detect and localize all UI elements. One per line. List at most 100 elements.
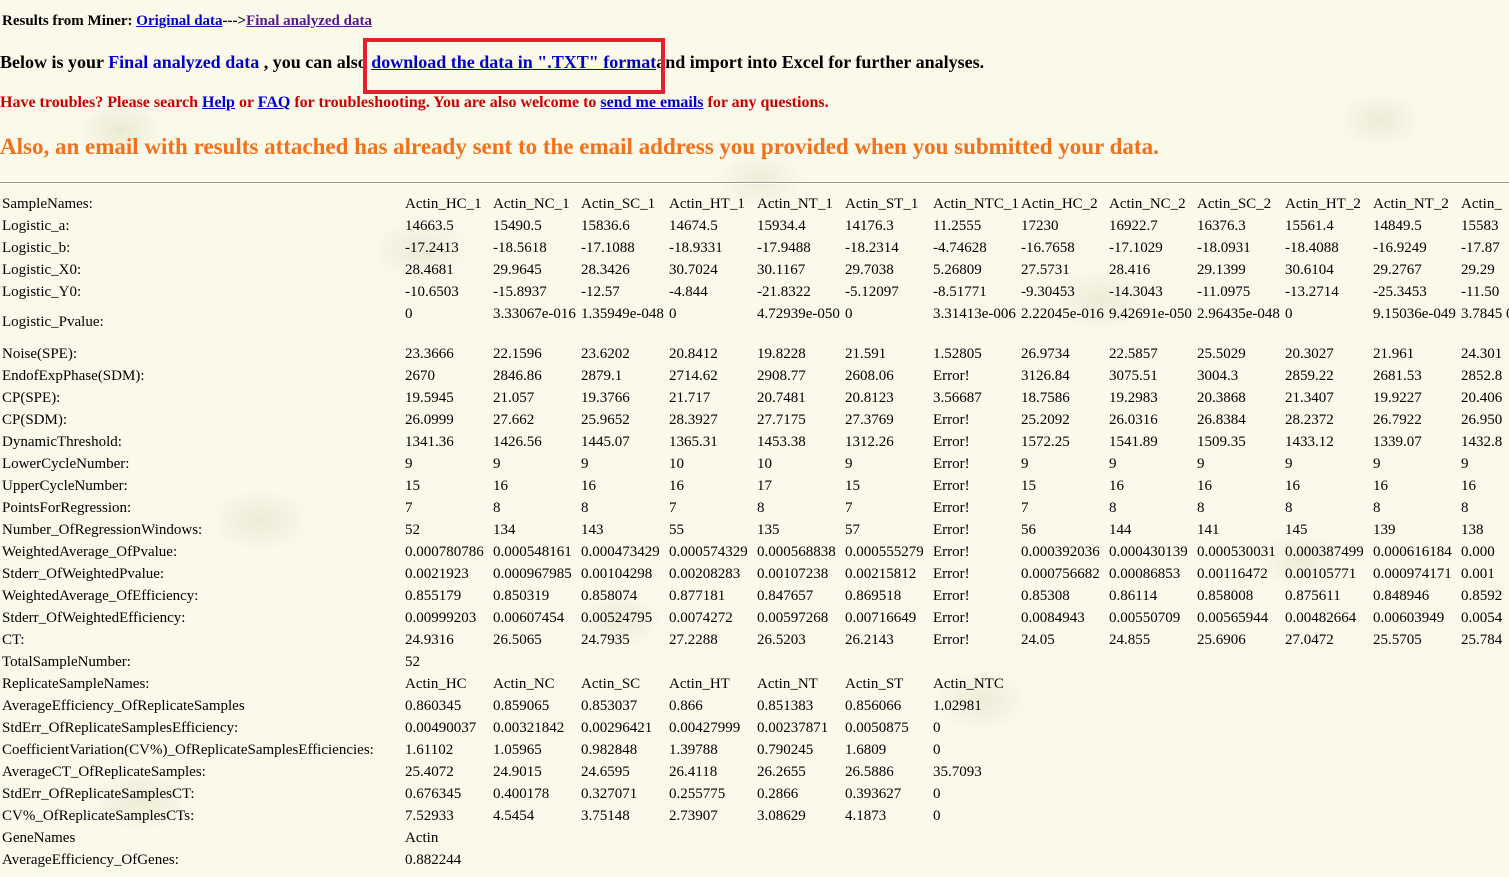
table-cell: 0.000430139 xyxy=(1109,544,1188,560)
table-cell: 0.00321842 xyxy=(493,720,565,736)
table-cell: 1509.35 xyxy=(1197,434,1246,450)
table-cell: 3.75148 xyxy=(581,808,630,824)
troubles-text-2: or xyxy=(234,94,258,111)
table-cell: 2681.53 xyxy=(1373,368,1422,384)
table-cell: 9 xyxy=(493,456,501,472)
row-label: WeightedAverage_OfPvalue: xyxy=(2,544,178,560)
table-cell: 1341.36 xyxy=(405,434,454,450)
help-link[interactable]: Help xyxy=(202,94,235,111)
table-cell: 16 xyxy=(1285,478,1300,494)
table-cell: Error! xyxy=(933,368,970,384)
table-cell: 19.5945 xyxy=(405,390,454,406)
table-cell: 144 xyxy=(1109,522,1132,538)
send-email-link[interactable]: send me emails xyxy=(600,94,703,111)
table-cell: 29.29 xyxy=(1461,262,1495,278)
table-cell: Error! xyxy=(933,588,970,604)
table-cell: -17.2413 xyxy=(405,240,459,256)
table-cell: 29.9645 xyxy=(493,262,542,278)
row-label: StdErr_OfReplicateSamplesCT: xyxy=(2,786,195,802)
original-data-link[interactable]: Original data xyxy=(136,13,222,29)
table-cell: 0.856066 xyxy=(845,698,902,714)
row-label: AverageEfficiency_OfGenes: xyxy=(2,852,179,868)
row-label: CoefficientVariation(CV%)_OfReplicateSam… xyxy=(2,742,374,758)
intro-after: and import into Excel for further analys… xyxy=(656,52,985,72)
table-cell: 0.000780786 xyxy=(405,544,484,560)
table-cell: 4.1873 xyxy=(845,808,887,824)
table-cell: Error! xyxy=(933,434,970,450)
table-cell: 1.05965 xyxy=(493,742,542,758)
table-cell: Actin_NC_1 xyxy=(493,196,570,212)
table-cell: 0.00104298 xyxy=(581,566,653,582)
table-cell: 0.859065 xyxy=(493,698,550,714)
table-cell: 3.33067e-016 xyxy=(493,306,576,322)
row-label: Logistic_Y0: xyxy=(2,284,82,300)
table-cell: 7 xyxy=(405,500,413,516)
table-cell: -16.9249 xyxy=(1373,240,1427,256)
troubles-line: Have troubles? Please search Help or FAQ… xyxy=(0,94,829,112)
table-cell: 20.406 xyxy=(1461,390,1503,406)
table-cell: 14849.5 xyxy=(1373,218,1422,234)
table-cell: 0.853037 xyxy=(581,698,638,714)
table-cell: -4.74628 xyxy=(933,240,987,256)
table-cell: 0.00597268 xyxy=(757,610,829,626)
row-label: TotalSampleNumber: xyxy=(2,654,131,670)
row-label: SampleNames: xyxy=(2,196,93,212)
table-cell: 28.416 xyxy=(1109,262,1151,278)
table-cell: Actin_NTC xyxy=(933,676,1004,692)
table-cell: 8 xyxy=(1285,500,1293,516)
table-cell: 17230 xyxy=(1021,218,1059,234)
intro-middle: , you can also xyxy=(259,52,372,72)
table-cell: 10 xyxy=(757,456,772,472)
table-cell: -4.844 xyxy=(669,284,708,300)
table-cell: -17.9488 xyxy=(757,240,811,256)
table-cell: Error! xyxy=(933,500,970,516)
table-cell: 1.61102 xyxy=(405,742,454,758)
table-cell: 24.7935 xyxy=(581,632,630,648)
table-cell: 0.790245 xyxy=(757,742,814,758)
table-cell: 8 xyxy=(757,500,765,516)
table-cell: 0.00427999 xyxy=(669,720,741,736)
table-cell: Error! xyxy=(933,566,970,582)
table-cell: 0.255775 xyxy=(669,786,726,802)
table-cell: 9 xyxy=(1461,456,1469,472)
final-analyzed-data-link[interactable]: Final analyzed data xyxy=(246,13,372,29)
table-cell: 1365.31 xyxy=(669,434,718,450)
table-cell: 29.2767 xyxy=(1373,262,1422,278)
table-cell: 4.5454 xyxy=(493,808,535,824)
table-cell: 0.000387499 xyxy=(1285,544,1364,560)
row-label: DynamicThreshold: xyxy=(2,434,122,450)
table-cell: 16922.7 xyxy=(1109,218,1158,234)
table-cell: -17.1088 xyxy=(581,240,635,256)
table-cell: 0.327071 xyxy=(581,786,638,802)
table-cell: Actin_HT_2 xyxy=(1285,196,1361,212)
table-cell: 2608.06 xyxy=(845,368,894,384)
table-cell: 15934.4 xyxy=(757,218,806,234)
table-cell: 0.858074 xyxy=(581,588,638,604)
faq-link[interactable]: FAQ xyxy=(258,94,291,111)
table-cell: 1432.8 xyxy=(1461,434,1503,450)
table-cell: Actin_HC xyxy=(405,676,467,692)
table-cell: 21.057 xyxy=(493,390,535,406)
table-cell: 0 xyxy=(933,808,941,824)
table-cell: 1433.12 xyxy=(1285,434,1334,450)
table-cell: 2879.1 xyxy=(581,368,623,384)
table-cell: Actin_ xyxy=(1461,196,1502,212)
table-cell: 0 xyxy=(1285,306,1293,322)
table-cell: 1.39788 xyxy=(669,742,718,758)
table-cell: 26.8384 xyxy=(1197,412,1246,428)
table-cell: 0 xyxy=(669,306,677,322)
row-label: CV%_OfReplicateSamplesCTs: xyxy=(2,808,195,824)
table-cell: 26.950 xyxy=(1461,412,1503,428)
table-cell: 0 xyxy=(933,786,941,802)
download-txt-link[interactable]: download the data in ".TXT" format xyxy=(371,52,656,72)
table-cell: 0.000967985 xyxy=(493,566,572,582)
table-cell: 16 xyxy=(581,478,596,494)
table-cell: -15.8937 xyxy=(493,284,547,300)
table-cell: Actin_NC_2 xyxy=(1109,196,1186,212)
table-cell: -11.0975 xyxy=(1197,284,1251,300)
table-cell: -8.51771 xyxy=(933,284,987,300)
table-cell: 1312.26 xyxy=(845,434,894,450)
table-cell: 0.00105771 xyxy=(1285,566,1357,582)
table-cell: 8 xyxy=(1461,500,1469,516)
table-cell: 0.8592 xyxy=(1461,588,1503,604)
